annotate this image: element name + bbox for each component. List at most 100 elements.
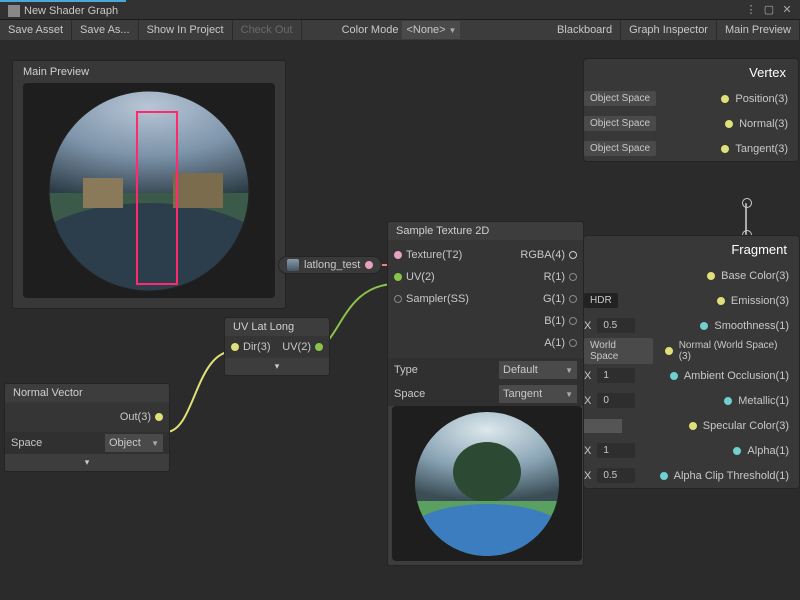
smoothness-row: X 0.5 Smoothness(1): [584, 313, 799, 338]
input-port[interactable]: [231, 343, 239, 351]
space-value: Object: [109, 437, 141, 449]
window-tab[interactable]: New Shader Graph: [0, 0, 126, 19]
specular-row: Specular Color(3): [584, 413, 799, 438]
value-input[interactable]: 0: [597, 393, 635, 408]
ao-row: X1Ambient Occlusion(1): [584, 363, 799, 388]
normal-ws-row: World Space Normal (World Space)(3): [584, 338, 799, 363]
texture-property-node[interactable]: latlong_test: [278, 256, 382, 274]
space-chip[interactable]: World Space: [584, 338, 653, 364]
space-chip[interactable]: Object Space: [584, 116, 656, 131]
normal-vector-node[interactable]: Normal Vector Out(3) Space Object ▼ ▾: [4, 383, 170, 472]
expand-toggle[interactable]: ▾: [225, 358, 329, 375]
x-label: X: [584, 445, 591, 457]
port-label: Normal (World Space)(3): [679, 340, 789, 362]
chevron-down-icon: ▼: [151, 439, 159, 448]
input-port[interactable]: [394, 251, 402, 259]
output-port[interactable]: [569, 251, 577, 259]
value-input[interactable]: 0.5: [597, 468, 635, 483]
out-label: Out(3): [120, 411, 151, 423]
input-port[interactable]: [721, 95, 729, 103]
input-port[interactable]: [733, 447, 741, 455]
output-port[interactable]: [155, 413, 163, 421]
value-input[interactable]: 0.5: [597, 318, 635, 333]
value-input[interactable]: 1: [597, 443, 635, 458]
output-port[interactable]: [569, 339, 577, 347]
input-port[interactable]: [689, 422, 697, 430]
port-label: G(1): [543, 293, 565, 305]
main-preview-button[interactable]: Main Preview: [717, 20, 800, 40]
save-asset-button[interactable]: Save Asset: [0, 20, 72, 40]
hdr-chip[interactable]: HDR: [584, 293, 618, 308]
value-input[interactable]: 1: [597, 368, 635, 383]
toolbar: Save Asset Save As... Show In Project Ch…: [0, 20, 800, 40]
check-out-button[interactable]: Check Out: [233, 20, 302, 40]
chevron-down-icon: ▼: [565, 390, 573, 399]
input-port[interactable]: [717, 297, 725, 305]
space-dropdown[interactable]: Object ▼: [105, 434, 163, 452]
port-label: Metallic(1): [738, 395, 789, 407]
main-preview-viewport[interactable]: [23, 83, 275, 298]
space-dropdown[interactable]: Tangent▼: [499, 385, 577, 403]
color-mode-dropdown[interactable]: <None> ▼: [402, 21, 460, 39]
maximize-icon[interactable]: ▢: [762, 3, 776, 17]
output-port[interactable]: [569, 317, 577, 325]
space-control: Space Object ▼: [5, 432, 169, 454]
type-dropdown[interactable]: Default▼: [499, 361, 577, 379]
input-port[interactable]: [394, 295, 402, 303]
input-port[interactable]: [725, 120, 733, 128]
sample-texture-2d-node[interactable]: Sample Texture 2D Texture(T2) UV(2) Samp…: [387, 221, 584, 566]
out-port-row: Out(3): [5, 406, 169, 428]
type-value: Default: [503, 364, 538, 376]
output-port[interactable]: [315, 343, 323, 351]
port-label: UV(2): [406, 271, 435, 283]
input-port[interactable]: [707, 272, 715, 280]
texture-port-row: Texture(T2): [388, 244, 486, 266]
graph-inspector-button[interactable]: Graph Inspector: [621, 20, 717, 40]
vertex-title[interactable]: Vertex: [584, 59, 798, 86]
out-label: UV(2): [282, 341, 311, 353]
color-swatch[interactable]: [584, 419, 622, 433]
output-port[interactable]: [569, 273, 577, 281]
output-port[interactable]: [365, 261, 373, 269]
blackboard-button[interactable]: Blackboard: [549, 20, 621, 40]
port-label: Smoothness(1): [714, 320, 789, 332]
expand-toggle[interactable]: ▾: [5, 454, 169, 471]
window-title-bar: New Shader Graph ⋮ ▢ ✕: [0, 0, 800, 20]
input-port[interactable]: [670, 372, 678, 380]
save-as-button[interactable]: Save As...: [72, 20, 139, 40]
port-label: Sampler(SS): [406, 293, 469, 305]
graph-canvas[interactable]: Main Preview: [0, 40, 800, 600]
fragment-title[interactable]: Fragment: [584, 236, 799, 263]
space-chip[interactable]: Object Space: [584, 91, 656, 106]
space-chip[interactable]: Object Space: [584, 141, 656, 156]
x-label: X: [584, 395, 591, 407]
normal-row: Object Space Normal(3): [584, 111, 798, 136]
input-port[interactable]: [394, 273, 402, 281]
uv-lat-long-node[interactable]: UV Lat Long Dir(3) UV(2) ▾: [224, 317, 330, 376]
x-label: X: [584, 320, 591, 332]
input-port[interactable]: [724, 397, 732, 405]
input-port[interactable]: [721, 145, 729, 153]
output-port[interactable]: [569, 295, 577, 303]
main-preview-panel[interactable]: Main Preview: [12, 60, 286, 309]
rgba-port-row: RGBA(4): [486, 244, 584, 266]
input-port[interactable]: [660, 472, 668, 480]
input-port[interactable]: [665, 347, 673, 355]
menu-icon[interactable]: ⋮: [744, 3, 758, 17]
close-icon[interactable]: ✕: [780, 3, 794, 17]
connector-dot: [742, 198, 752, 208]
shader-icon: [8, 5, 20, 17]
sampler-port-row: Sampler(SS): [388, 288, 486, 310]
vertex-master-node[interactable]: Vertex Object Space Position(3) Object S…: [583, 58, 799, 162]
texture-thumb-icon: [287, 259, 299, 271]
input-port[interactable]: [700, 322, 708, 330]
show-in-project-button[interactable]: Show In Project: [139, 20, 233, 40]
type-label: Type: [394, 364, 418, 376]
port-label: Texture(T2): [406, 249, 462, 261]
node-title: UV Lat Long: [225, 318, 329, 336]
node-preview[interactable]: [392, 406, 582, 561]
port-label: Specular Color(3): [703, 420, 789, 432]
tangent-row: Object Space Tangent(3): [584, 136, 798, 161]
fragment-master-node[interactable]: Fragment Base Color(3) HDREmission(3) X0…: [583, 235, 800, 489]
position-row: Object Space Position(3): [584, 86, 798, 111]
